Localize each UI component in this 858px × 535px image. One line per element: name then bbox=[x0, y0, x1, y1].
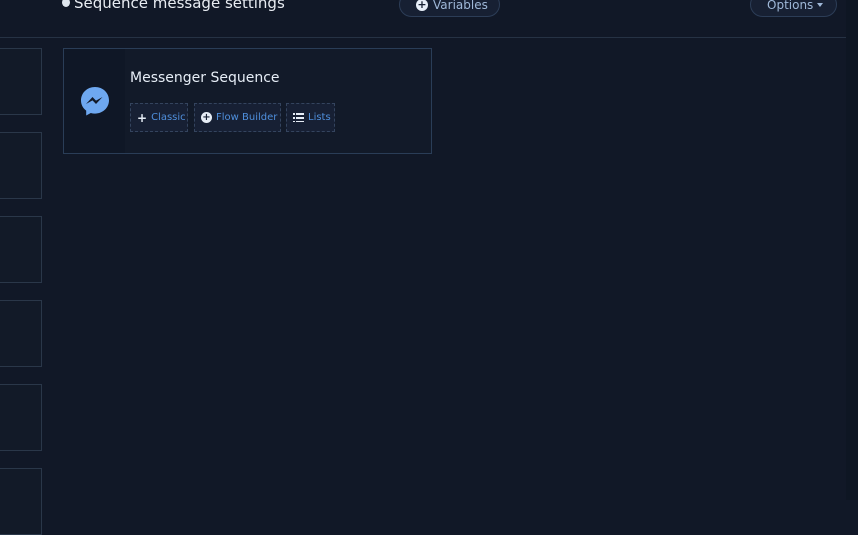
lists-button[interactable]: Lists bbox=[286, 103, 335, 132]
messenger-sequence-card: Messenger Sequence + Classic + Flow Buil… bbox=[63, 48, 432, 154]
options-dropdown[interactable]: Options bbox=[750, 0, 837, 17]
sidebar-card[interactable] bbox=[0, 300, 42, 367]
classic-button[interactable]: + Classic bbox=[130, 103, 188, 132]
plus-circle-icon: + bbox=[201, 112, 212, 123]
sidebar-card[interactable] bbox=[0, 132, 42, 199]
flow-builder-button[interactable]: + Flow Builder bbox=[194, 103, 281, 132]
lists-label: Lists bbox=[308, 112, 331, 123]
flow-builder-label: Flow Builder bbox=[216, 112, 278, 123]
sidebar-card[interactable] bbox=[0, 468, 42, 535]
options-label: Options bbox=[767, 0, 814, 12]
plus-icon: + bbox=[137, 110, 148, 125]
drop-icon bbox=[62, 0, 70, 7]
caret-down-icon bbox=[817, 2, 824, 7]
sequence-title: Messenger Sequence bbox=[130, 70, 280, 86]
scrollbar[interactable] bbox=[846, 0, 858, 500]
classic-label: Classic bbox=[151, 112, 186, 123]
sidebar-card[interactable] bbox=[0, 48, 42, 115]
page-title: Sequence message settings bbox=[62, 0, 285, 12]
plus-circle-icon: + bbox=[416, 0, 428, 11]
messenger-icon-panel bbox=[64, 49, 125, 153]
variables-label: Variables bbox=[433, 0, 488, 12]
list-icon bbox=[293, 113, 304, 122]
sidebar-card[interactable] bbox=[0, 384, 42, 451]
messenger-icon bbox=[80, 87, 109, 116]
sidebar-card[interactable] bbox=[0, 216, 42, 283]
top-bar: Sequence message settings + Variables Op… bbox=[0, 0, 846, 38]
variables-button[interactable]: + Variables bbox=[399, 0, 500, 17]
